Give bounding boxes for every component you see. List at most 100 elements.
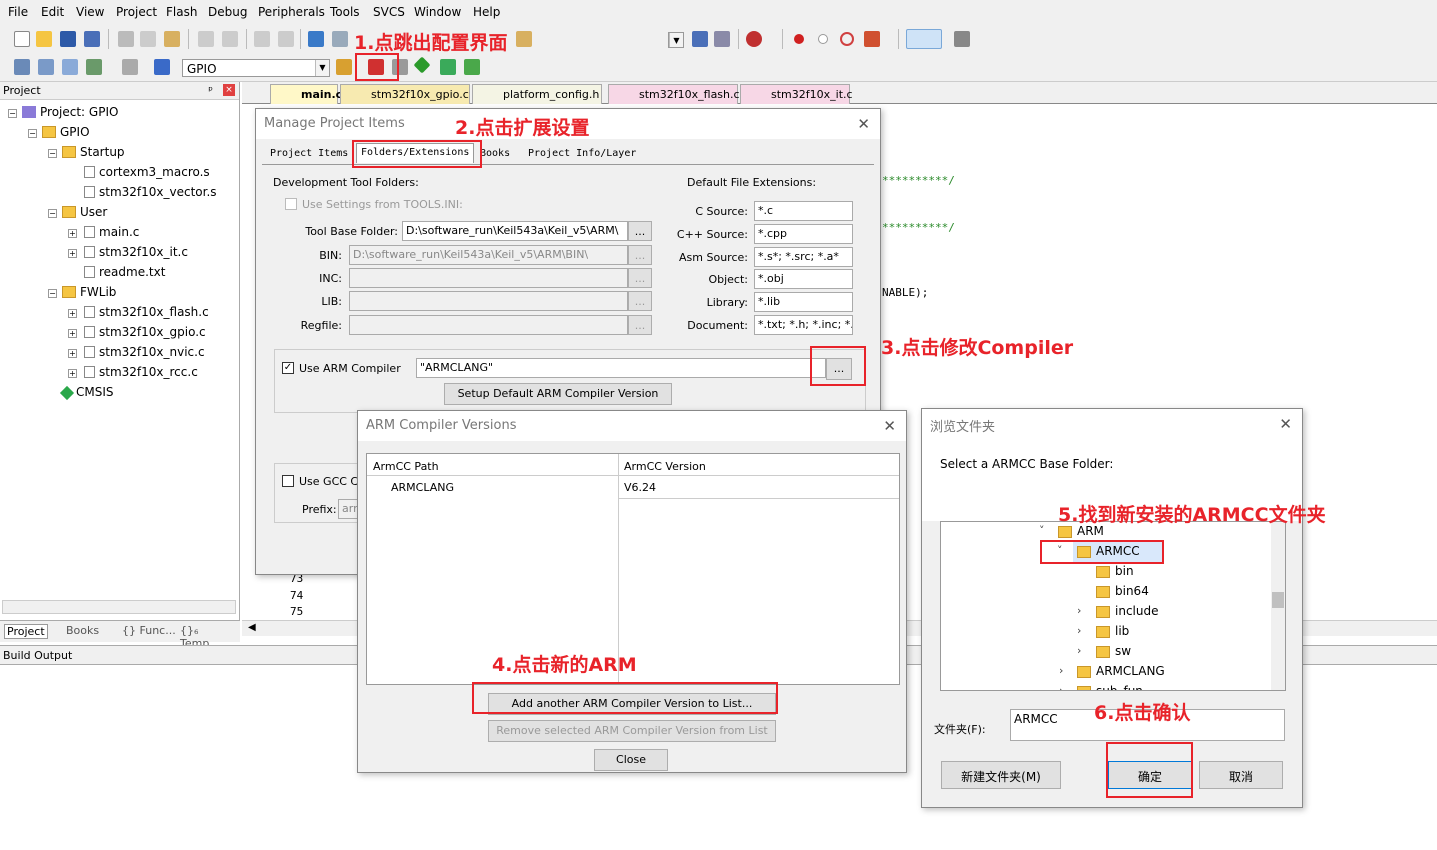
tree-file[interactable]: stm32f10x_rcc.c [84,365,198,379]
undo-icon[interactable] [198,31,214,47]
tree-item-armclang[interactable]: ARMCLANG [1096,664,1165,678]
col-version-header[interactable]: ArmCC Version [624,460,706,473]
close-icon[interactable]: ✕ [857,115,870,133]
regfile-browse-button[interactable]: ... [628,315,652,335]
use-gcc-checkbox[interactable] [282,475,294,487]
tree-file[interactable]: cortexm3_macro.s [84,165,210,179]
tree-file[interactable]: stm32f10x_gpio.c [84,325,206,339]
tree-file[interactable]: stm32f10x_vector.s [84,185,217,199]
manage-rte-icon[interactable] [413,56,431,74]
tree-item-include[interactable]: include [1115,604,1158,618]
bin-browse-button[interactable]: ... [628,245,652,265]
menu-tools[interactable]: Tools [330,5,360,19]
new-folder-button[interactable]: 新建文件夹(M) [941,761,1061,789]
ext-doc-input[interactable]: *.txt; *.h; *.inc; *.md [754,315,853,335]
expand-icon[interactable]: + [68,229,77,238]
breakpoints-kill-all-icon[interactable] [864,31,880,47]
tree-cmsis[interactable]: CMSIS [59,385,114,401]
ext-asm-input[interactable]: *.s*; *.src; *.a* [754,247,853,267]
tab-platform-config[interactable]: platform_config.h [472,84,602,104]
collapse-target-icon[interactable]: − [28,129,37,138]
tree-scroll-thumb[interactable] [1272,592,1284,608]
remove-compiler-button[interactable]: Remove selected ARM Compiler Version fro… [488,720,776,742]
tree-group-user[interactable]: User [62,205,107,219]
nav-forward-icon[interactable] [278,31,294,47]
tree-group-startup[interactable]: Startup [62,145,125,159]
tree-file[interactable]: main.c [84,225,139,239]
ext-lib-input[interactable]: *.lib [754,292,853,312]
breakpoints-disable-all-icon[interactable] [840,32,854,46]
paste-icon[interactable] [164,31,180,47]
save-icon[interactable] [60,31,76,47]
menu-debug[interactable]: Debug [208,5,247,19]
tab-project-info[interactable]: Project Info/Layer [524,145,640,165]
options-for-target-icon[interactable] [336,59,352,75]
inc-browse-button[interactable]: ... [628,268,652,288]
tree-item-sub-fun[interactable]: sub_fun [1096,684,1143,690]
build-icon[interactable] [38,59,54,75]
bookmark-icon[interactable] [308,31,324,47]
lib-browse-button[interactable]: ... [628,291,652,311]
bookmark-clear-icon[interactable] [516,31,532,47]
environment-icon[interactable] [464,59,480,75]
close-icon[interactable]: ✕ [883,417,896,435]
tab-project-items[interactable]: Project Items [266,145,352,165]
tab-main-c[interactable]: main.c [270,84,342,104]
lib-input[interactable] [349,291,628,311]
tab-functions[interactable]: {} Func... [122,624,176,637]
tool-base-input[interactable]: D:\software_run\Keil543a\Keil_v5\ARM\ [402,221,628,241]
copy-icon[interactable] [140,31,156,47]
arm-compiler-input[interactable]: "ARMCLANG" [416,358,826,378]
use-settings-checkbox[interactable] [285,198,297,210]
collapse-startup-icon[interactable]: − [48,149,57,158]
new-file-icon[interactable] [14,31,30,47]
ext-cpp-input[interactable]: *.cpp [754,224,853,244]
tree-item-sw[interactable]: sw [1115,644,1131,658]
batch-build-icon[interactable] [86,59,102,75]
setup-default-compiler-button[interactable]: Setup Default ARM Compiler Version [444,383,672,405]
cancel-button[interactable]: 取消 [1199,761,1283,789]
close-pane-icon[interactable]: × [223,84,235,96]
expand-icon[interactable]: + [68,329,77,338]
row-path[interactable]: ARMCLANG [391,481,454,494]
col-path-header[interactable]: ArmCC Path [373,460,439,473]
tab-project[interactable]: Project [4,624,48,639]
breakpoint-icon[interactable] [794,34,804,44]
collapse-project-icon[interactable]: − [8,109,17,118]
tree-item-bin[interactable]: bin [1115,564,1134,578]
tab-gpio-c[interactable]: stm32f10x_gpio.c [340,84,470,104]
menu-window[interactable]: Window [414,5,461,19]
ext-c-input[interactable]: *.c [754,201,853,221]
expand-icon[interactable]: + [68,369,77,378]
use-arm-compiler-checkbox[interactable]: ✓ [282,362,294,374]
tree-file[interactable]: stm32f10x_flash.c [84,305,209,319]
incremental-find-icon[interactable] [714,31,730,47]
menu-svcs[interactable]: SVCS [373,5,405,19]
tree-group-fwlib[interactable]: FWLib [62,285,116,299]
open-file-icon[interactable] [36,31,52,47]
rebuild-icon[interactable] [62,59,78,75]
menu-file[interactable]: File [8,5,28,19]
row-version[interactable]: V6.24 [624,481,656,494]
nav-back-icon[interactable] [254,31,270,47]
pack-installer-icon[interactable] [440,59,456,75]
tree-file[interactable]: stm32f10x_nvic.c [84,345,205,359]
tab-flash-c[interactable]: stm32f10x_flash.c [608,84,740,104]
stop-build-icon[interactable] [122,59,138,75]
ext-obj-input[interactable]: *.obj [754,269,853,289]
bin-input[interactable]: D:\software_run\Keil543a\Keil_v5\ARM\BIN… [349,245,628,265]
cut-icon[interactable] [118,31,134,47]
tool-base-browse-button[interactable]: ... [628,221,652,241]
tree-item-lib[interactable]: lib [1115,624,1129,638]
tree-project-root[interactable]: Project: GPIO [22,105,118,119]
configure-icon[interactable] [954,31,970,47]
debug-session-icon[interactable] [746,31,762,47]
collapse-fwlib-icon[interactable]: − [48,289,57,298]
tree-file[interactable]: readme.txt [84,265,165,279]
menu-project[interactable]: Project [116,5,157,19]
inc-input[interactable] [349,268,628,288]
menu-edit[interactable]: Edit [41,5,64,19]
close-button[interactable]: Close [594,749,668,771]
target-select[interactable]: GPIO ▼ [182,59,330,77]
menu-help[interactable]: Help [473,5,500,19]
